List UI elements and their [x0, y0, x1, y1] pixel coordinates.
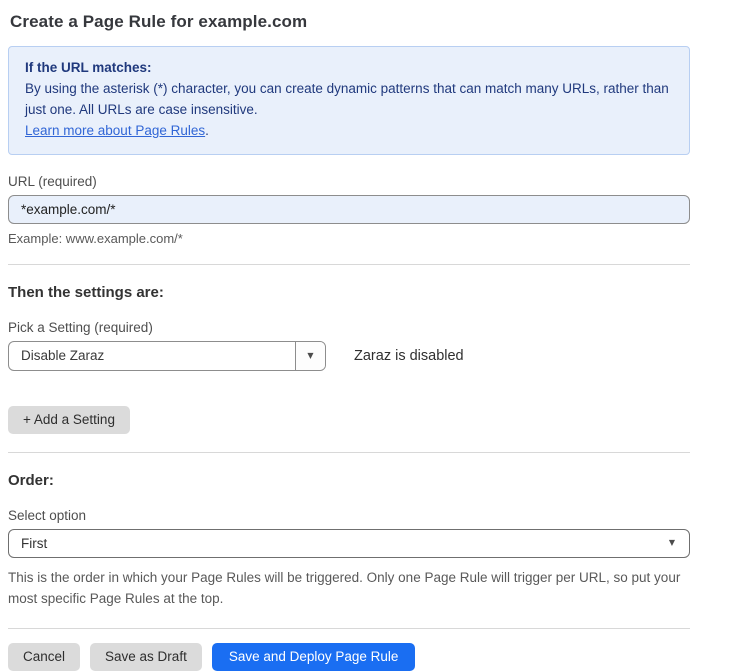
- url-input[interactable]: [8, 195, 690, 224]
- link-period: .: [205, 123, 209, 138]
- actions-row: Cancel Save as Draft Save and Deploy Pag…: [8, 643, 690, 671]
- settings-section-heading: Then the settings are:: [8, 284, 690, 301]
- setting-dropdown-arrow-button[interactable]: ▼: [295, 342, 325, 370]
- order-select-label: Select option: [8, 508, 690, 523]
- page-rule-form: Create a Page Rule for example.com If th…: [8, 0, 690, 671]
- url-example-helper: Example: www.example.com/*: [8, 231, 690, 246]
- divider: [8, 628, 690, 629]
- order-section-heading: Order:: [8, 472, 690, 489]
- order-select-value: First: [21, 536, 47, 551]
- cancel-button[interactable]: Cancel: [8, 643, 80, 671]
- pick-setting-label: Pick a Setting (required): [8, 320, 690, 335]
- order-select[interactable]: First ▼: [8, 529, 690, 558]
- url-field-label: URL (required): [8, 174, 690, 189]
- chevron-down-icon: ▼: [669, 539, 675, 547]
- setting-dropdown[interactable]: Disable Zaraz ▼: [8, 341, 326, 371]
- learn-more-link[interactable]: Learn more about Page Rules: [25, 123, 205, 138]
- order-helper-text: This is the order in which your Page Rul…: [8, 567, 686, 610]
- chevron-down-icon: ▼: [307, 352, 313, 360]
- page-title: Create a Page Rule for example.com: [10, 12, 690, 32]
- info-box-heading: If the URL matches:: [25, 58, 673, 79]
- info-box-link-line: Learn more about Page Rules.: [25, 121, 673, 142]
- save-and-deploy-button[interactable]: Save and Deploy Page Rule: [212, 643, 416, 671]
- setting-row: Disable Zaraz ▼ Zaraz is disabled: [8, 341, 690, 371]
- divider: [8, 452, 690, 453]
- setting-status-text: Zaraz is disabled: [354, 348, 464, 364]
- info-box-body: By using the asterisk (*) character, you…: [25, 79, 673, 121]
- setting-dropdown-value: Disable Zaraz: [9, 342, 295, 370]
- divider: [8, 264, 690, 265]
- save-as-draft-button[interactable]: Save as Draft: [90, 643, 202, 671]
- add-setting-button[interactable]: + Add a Setting: [8, 406, 130, 434]
- url-match-info-box: If the URL matches: By using the asteris…: [8, 46, 690, 155]
